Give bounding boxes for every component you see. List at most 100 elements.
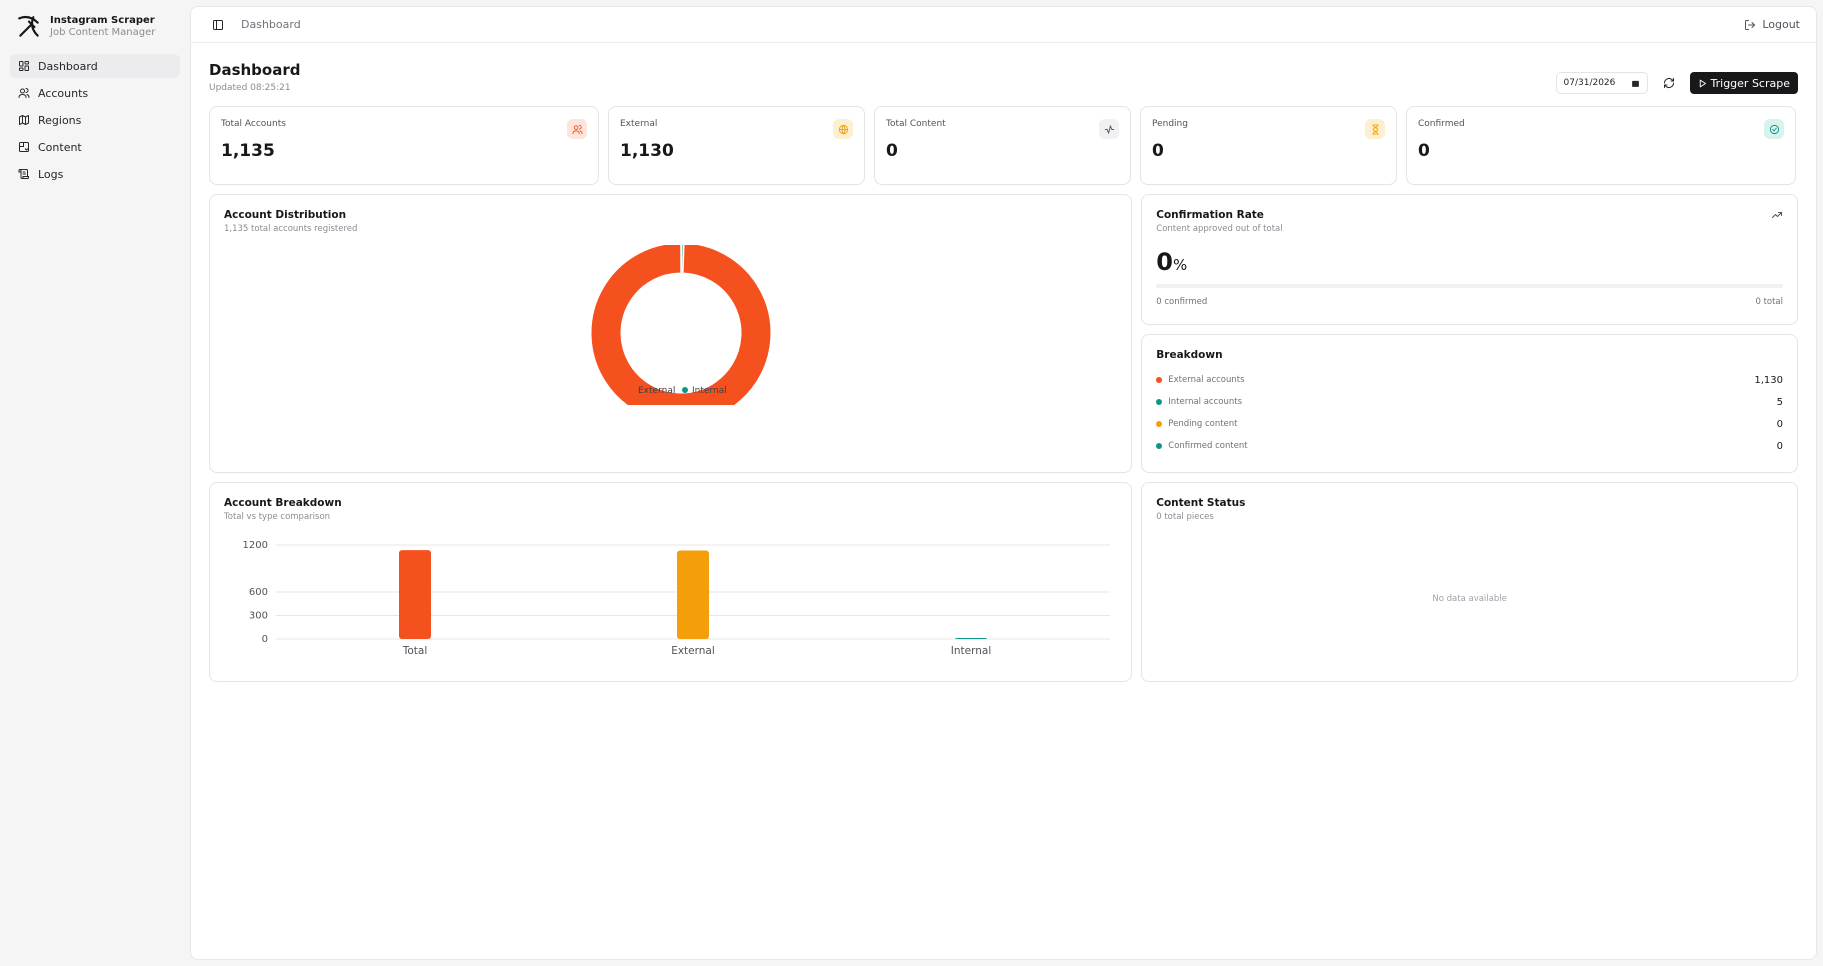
breakdown-label: Pending content [1168,419,1238,429]
rate-footer: 0 confirmed 0 total [1156,297,1783,307]
refresh-button[interactable] [1658,72,1680,94]
confirmation-rate-value: 0% [1156,248,1783,276]
map-icon [19,115,29,125]
dashboard-content: Dashboard Updated 08:25:21 07/31/2026 Tr… [191,43,1816,709]
date-input[interactable]: 07/31/2026 [1555,72,1648,94]
panel-subtitle: 1,135 total accounts registered [224,224,358,234]
sidebar-item-label: Content [38,140,82,154]
content-icon [19,142,29,152]
sidebar-item-dashboard[interactable]: Dashboard [10,54,180,78]
confirmation-rate-panel: Confirmation Rate Content approved out o… [1141,194,1798,325]
legend-dot [1156,421,1163,427]
sidebar-item-label: Accounts [38,86,89,100]
x-tick-label: External [671,645,715,657]
stat-cards: Total Accounts 1,135 External 1,130 Tota… [209,106,1798,185]
stat-card-external: External 1,130 [608,106,865,185]
account-distribution-panel: Account Distribution 1,135 total account… [209,194,1133,473]
globe-icon [838,124,848,134]
legend-swatch [682,387,688,393]
date-value: 07/31/2026 [1563,78,1616,88]
page-title: Dashboard [209,61,301,79]
trigger-scrape-label: Trigger Scrape [1710,76,1790,90]
pie-slice-internal[interactable] [680,245,684,274]
list-item: External accounts 1,130 [1156,373,1783,387]
stat-label: Total Accounts [221,119,286,129]
check-circle-icon [1769,124,1779,134]
refresh-icon [1663,78,1674,88]
sidebar-item-label: Dashboard [38,59,98,73]
panel-subtitle: 0 total pieces [1156,512,1214,522]
header-actions: 07/31/2026 Trigger Scrape [1555,72,1798,94]
stat-value: 0 [1418,141,1430,161]
x-tick-label: Internal [951,645,991,657]
row-distribution: Account Distribution 1,135 total account… [209,194,1798,473]
breakdown-label: External accounts [1168,375,1245,385]
stat-card-total-content: Total Content 0 [874,106,1131,185]
stat-value: 1,135 [221,141,275,161]
content-status-panel: Content Status 0 total pieces No data av… [1141,482,1798,682]
stat-badge [1764,119,1784,139]
brand[interactable]: Instagram Scraper Job Content Manager [10,12,180,54]
stat-badge [833,119,853,139]
sidebar-item-label: Logs [38,167,64,181]
sidebar-item-regions[interactable]: Regions [10,108,180,132]
sidebar-toggle-button[interactable] [207,14,229,36]
breakdown-value: 0 [1776,418,1783,430]
brand-subtitle: Job Content Manager [50,27,156,38]
sidebar-item-accounts[interactable]: Accounts [10,81,180,105]
legend-dot [1156,399,1163,405]
sidebar-item-logs[interactable]: Logs [10,162,180,186]
grid-icon [19,61,29,71]
account-distribution-chart: External Internal [590,245,772,405]
brand-title: Instagram Scraper [50,15,155,26]
bar-total[interactable] [399,550,431,639]
logout-button[interactable]: Logout [1744,18,1800,31]
list-item: Internal accounts 5 [1156,395,1783,409]
sidebar-item-content[interactable]: Content [10,135,180,159]
stat-badge [1365,119,1385,139]
hourglass-icon [1371,123,1379,135]
breakdown-label: Confirmed content [1168,441,1248,451]
bar-internal[interactable] [955,638,987,639]
breakdown-value: 1,130 [1754,374,1783,386]
sidebar-nav: Dashboard Accounts Regions Content Logs [10,54,180,186]
stat-card-total-accounts: Total Accounts 1,135 [209,106,599,185]
total-count: 0 total [1755,297,1783,307]
panel-title: Content Status [1156,497,1246,509]
stat-value: 1,130 [620,141,674,161]
breakdown-panel: Breakdown External accounts 1,130 Interna… [1141,334,1798,473]
y-tick-label: 300 [249,611,268,622]
account-breakdown-panel: Account Breakdown Total vs type comparis… [209,482,1133,682]
play-icon [1699,79,1706,87]
legend-label: External [638,386,675,396]
breakdown-value: 0 [1776,440,1783,452]
y-tick-label: 0 [262,634,268,645]
scroll-icon [18,169,29,179]
pickaxe-logo-icon [18,15,39,37]
list-item: Confirmed content 0 [1156,439,1783,453]
list-item: Pending content 0 [1156,417,1783,431]
main-panel: Dashboard Logout Dashboard Updated 08:25… [190,6,1817,960]
stat-card-confirmed: Confirmed 0 [1406,106,1796,185]
stat-value: 0 [886,141,898,161]
trigger-scrape-button[interactable]: Trigger Scrape [1689,72,1798,94]
stat-label: External [620,119,658,129]
stat-badge [1099,119,1119,139]
breakdown-label: Internal accounts [1168,397,1243,407]
bar-external[interactable] [677,550,709,639]
legend-swatch [628,387,634,393]
panel-left-icon [213,19,223,30]
activity-icon [1104,124,1114,134]
y-tick-label: 600 [249,587,268,598]
row-breakdown: Account Breakdown Total vs type comparis… [209,482,1798,682]
x-tick-label: Total [402,645,428,657]
stat-label: Total Content [886,119,946,129]
y-tick-label: 1200 [243,540,268,551]
calendar-icon[interactable] [1631,79,1640,88]
sidebar: Instagram Scraper Job Content Manager Da… [0,0,190,966]
updated-timestamp: Updated 08:25:21 [209,83,291,93]
panel-title: Account Distribution [224,209,347,221]
confirmed-count: 0 confirmed [1156,297,1208,307]
stat-badge [567,119,587,139]
panel-subtitle: Total vs type comparison [224,512,331,522]
